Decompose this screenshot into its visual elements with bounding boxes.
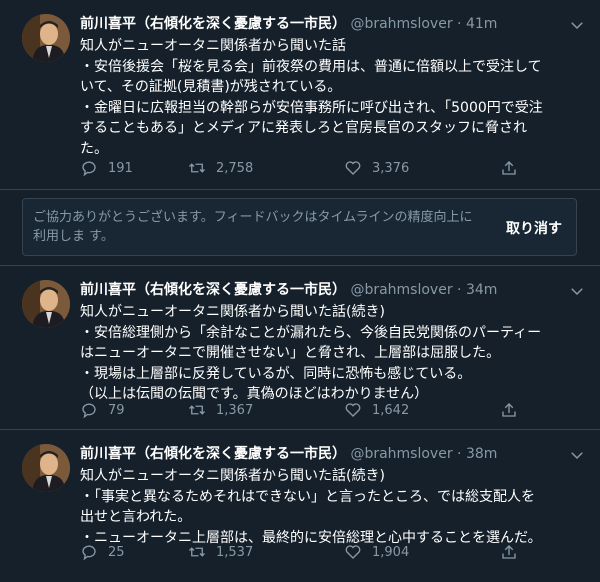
retweet-button[interactable]: 1,367 — [188, 400, 253, 420]
tweet-line: ・「事実と異なるためそれはできない」と言ったところ、では総支配人を — [80, 488, 535, 505]
author-name[interactable]: 前川喜平（右傾化を深く憂慮する一市民） — [80, 446, 346, 462]
like-count: 1,904 — [372, 544, 410, 560]
author-handle[interactable]: @brahmslover — [350, 446, 452, 462]
tweet-header: 前川喜平（右傾化を深く憂慮する一市民） @brahmslover · 41m — [80, 14, 560, 34]
chevron-down-icon[interactable] — [568, 16, 586, 34]
reply-icon — [82, 403, 96, 419]
tweet-line: 知人がニューオータニ関係者から聞いた話(続き) — [80, 304, 385, 320]
tweet-time[interactable]: 41m — [466, 16, 497, 32]
tweet-2[interactable]: 前川喜平（右傾化を深く憂慮する一市民） @brahmslover · 34m 知… — [0, 265, 600, 430]
tweet-line: ・金曜日に広報担当の幹部らが安倍事務所に呼び出され、「5000円で受注 — [80, 99, 543, 116]
retweet-button[interactable]: 1,537 — [188, 542, 253, 562]
share-button[interactable] — [500, 158, 528, 178]
feedback-message: ご協力ありがとうございます。フィードバックはタイムラインの精度向上に利用しま す… — [33, 210, 473, 244]
undo-button[interactable]: 取り消す — [506, 218, 562, 238]
retweet-count: 2,758 — [216, 160, 254, 176]
like-icon — [345, 403, 361, 417]
tweet-actions: 25 1,537 1,904 — [80, 542, 586, 562]
reply-button[interactable]: 25 — [80, 542, 125, 562]
tweet-line: た。 — [80, 140, 108, 157]
tweet-3[interactable]: 前川喜平（右傾化を深く憂慮する一市民） @brahmslover · 38m 知… — [0, 430, 600, 582]
tweet-line: ・安倍後援会「桜を見る会」前夜祭の費用は、普通に倍額以上で受注して — [80, 58, 542, 75]
retweet-icon — [189, 163, 205, 173]
reply-icon — [82, 161, 96, 177]
retweet-icon — [189, 405, 205, 415]
like-icon — [345, 545, 361, 559]
chevron-down-icon[interactable] — [568, 282, 586, 300]
share-button[interactable] — [500, 400, 528, 420]
feedback-notice: ご協力ありがとうございます。フィードバックはタイムラインの精度向上に利用しま す… — [22, 198, 577, 256]
share-icon — [502, 161, 516, 175]
tweet-header: 前川喜平（右傾化を深く憂慮する一市民） @brahmslover · 38m — [80, 444, 560, 464]
like-button[interactable]: 1,642 — [344, 400, 409, 420]
tweet-actions: 191 2,758 3,376 — [80, 158, 586, 178]
tweet-line: 知人がニューオータニ関係者から聞いた話(続き) — [80, 468, 385, 484]
retweet-count: 1,367 — [216, 402, 254, 418]
like-icon — [345, 161, 361, 175]
reply-button[interactable]: 79 — [80, 400, 125, 420]
retweet-icon — [189, 547, 205, 557]
author-name[interactable]: 前川喜平（右傾化を深く憂慮する一市民） — [80, 16, 346, 32]
retweet-count: 1,537 — [216, 544, 254, 560]
tweet-actions: 79 1,367 1,642 — [80, 400, 586, 420]
reply-count: 25 — [108, 544, 125, 560]
author-name[interactable]: 前川喜平（右傾化を深く憂慮する一市民） — [80, 282, 346, 298]
author-handle[interactable]: @brahmslover — [350, 282, 452, 298]
tweet-text: 知人がニューオータニ関係者から聞いた話(続き) ・「事実と異なるためそれはできな… — [80, 466, 586, 548]
tweet-line: はニューオータニで開催させない」と脅され、上層部は屈服した。 — [80, 345, 501, 361]
reply-icon — [82, 545, 96, 561]
like-button[interactable]: 3,376 — [344, 158, 409, 178]
like-count: 1,642 — [372, 402, 410, 418]
tweet-line: 出せと言われた。 — [80, 509, 192, 525]
tweet-text: 知人がニューオータニ関係者から聞いた話(続き) ・安倍総理側から「余計なことが漏… — [80, 302, 586, 405]
tweet-time[interactable]: 34m — [466, 282, 497, 298]
author-handle[interactable]: @brahmslover — [350, 16, 452, 32]
like-count: 3,376 — [372, 160, 410, 176]
separator-dot: · — [457, 16, 462, 32]
tweet-header: 前川喜平（右傾化を深く憂慮する一市民） @brahmslover · 34m — [80, 280, 560, 300]
avatar[interactable] — [22, 280, 70, 328]
reply-count: 79 — [108, 402, 125, 418]
reply-button[interactable]: 191 — [80, 158, 133, 178]
tweet-line: ・現場は上層部に反発しているが、同時に恐怖も感じている。 — [80, 365, 472, 382]
reply-count: 191 — [108, 160, 133, 176]
separator-dot: · — [457, 282, 462, 298]
retweet-button[interactable]: 2,758 — [188, 158, 253, 178]
tweet-time[interactable]: 38m — [466, 446, 497, 462]
tweet-1[interactable]: 前川喜平（右傾化を深く憂慮する一市民） @brahmslover · 41m 知… — [0, 0, 600, 190]
tweet-line: ・安倍総理側から「余計なことが漏れたら、今後自民党関係のパーティー — [80, 324, 542, 341]
separator-dot: · — [457, 446, 462, 462]
tweet-text: 知人がニューオータニ関係者から聞いた話 ・安倍後援会「桜を見る会」前夜祭の費用は… — [80, 36, 586, 159]
like-button[interactable]: 1,904 — [344, 542, 409, 562]
chevron-down-icon[interactable] — [568, 446, 586, 464]
tweet-line: することもある」とメディアに発表しろと官房長官のスタッフに脅され — [80, 120, 528, 136]
share-icon — [502, 545, 516, 559]
tweet-line: 知人がニューオータニ関係者から聞いた話 — [80, 38, 346, 54]
avatar[interactable] — [22, 444, 70, 492]
share-icon — [502, 403, 516, 417]
share-button[interactable] — [500, 542, 528, 562]
avatar[interactable] — [22, 14, 70, 62]
tweet-line: いて、その証拠(見積書)が残されている。 — [80, 79, 342, 95]
